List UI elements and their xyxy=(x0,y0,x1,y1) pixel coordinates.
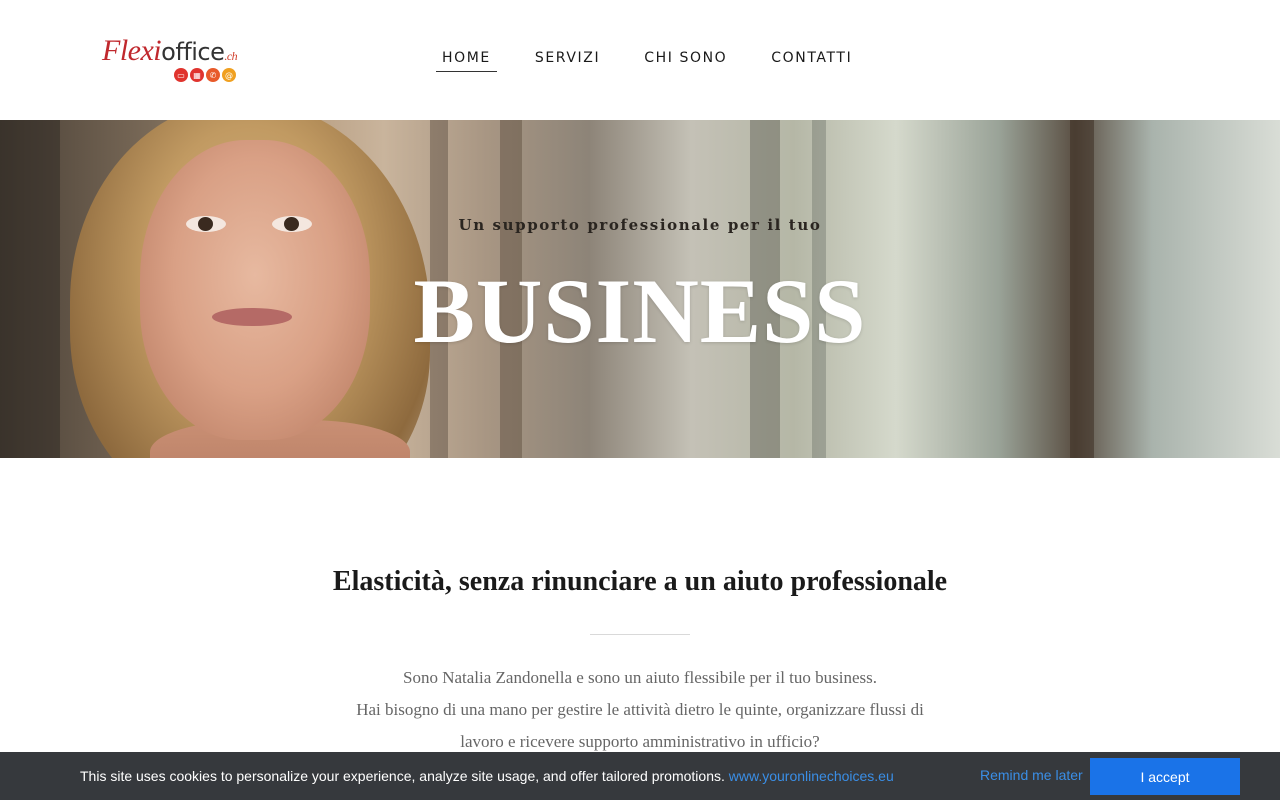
site-header: Flexioffice.ch ▭ ▦ ✆ @ HOME SERVIZI CHI … xyxy=(0,0,1280,120)
intro-line: Sono Natalia Zandonella e sono un aiuto … xyxy=(402,668,878,687)
flexioffice-logo[interactable]: Flexioffice.ch ▭ ▦ ✆ @ xyxy=(100,30,256,88)
intro-paragraph: Sono Natalia Zandonella e sono un aiuto … xyxy=(310,662,970,758)
calculator-icon: ▦ xyxy=(190,68,204,82)
hero-subtitle: Un supporto professionale per il tuo xyxy=(458,216,822,234)
section-heading: Elasticità, senza rinunciare a un aiuto … xyxy=(332,566,948,597)
main-nav: HOME SERVIZI CHI SONO CONTATTI xyxy=(436,46,890,72)
logo-tld: .ch xyxy=(224,49,238,63)
hero-banner: Un supporto professionale per il tuo BUS… xyxy=(0,120,1280,458)
remind-later-button[interactable]: Remind me later xyxy=(980,767,1083,783)
intro-line: Hai bisogno di una mano per gestire le a… xyxy=(356,700,924,719)
monitor-icon: ▭ xyxy=(174,68,188,82)
cookie-banner: This site uses cookies to personalize yo… xyxy=(0,752,1280,800)
hero-title: BUSINESS xyxy=(413,260,867,362)
heading-divider xyxy=(590,634,690,635)
phone-icon: ✆ xyxy=(206,68,220,82)
nav-chi-sono[interactable]: CHI SONO xyxy=(638,46,733,72)
cookie-message: This site uses cookies to personalize yo… xyxy=(80,768,894,784)
nav-servizi[interactable]: SERVIZI xyxy=(529,46,606,72)
youronlinechoices-link[interactable]: www.youronlinechoices.eu xyxy=(729,768,894,784)
nav-contatti[interactable]: CONTATTI xyxy=(765,46,858,72)
cookie-message-text: This site uses cookies to personalize yo… xyxy=(80,768,725,784)
at-icon: @ xyxy=(222,68,236,82)
logo-icons: ▭ ▦ ✆ @ xyxy=(174,68,236,82)
logo-office: office xyxy=(161,38,225,66)
nav-home[interactable]: HOME xyxy=(436,46,497,72)
logo-wordmark: Flexioffice.ch xyxy=(102,34,238,68)
logo-brand: Flexi xyxy=(102,34,162,67)
accept-cookies-button[interactable]: I accept xyxy=(1090,758,1240,795)
